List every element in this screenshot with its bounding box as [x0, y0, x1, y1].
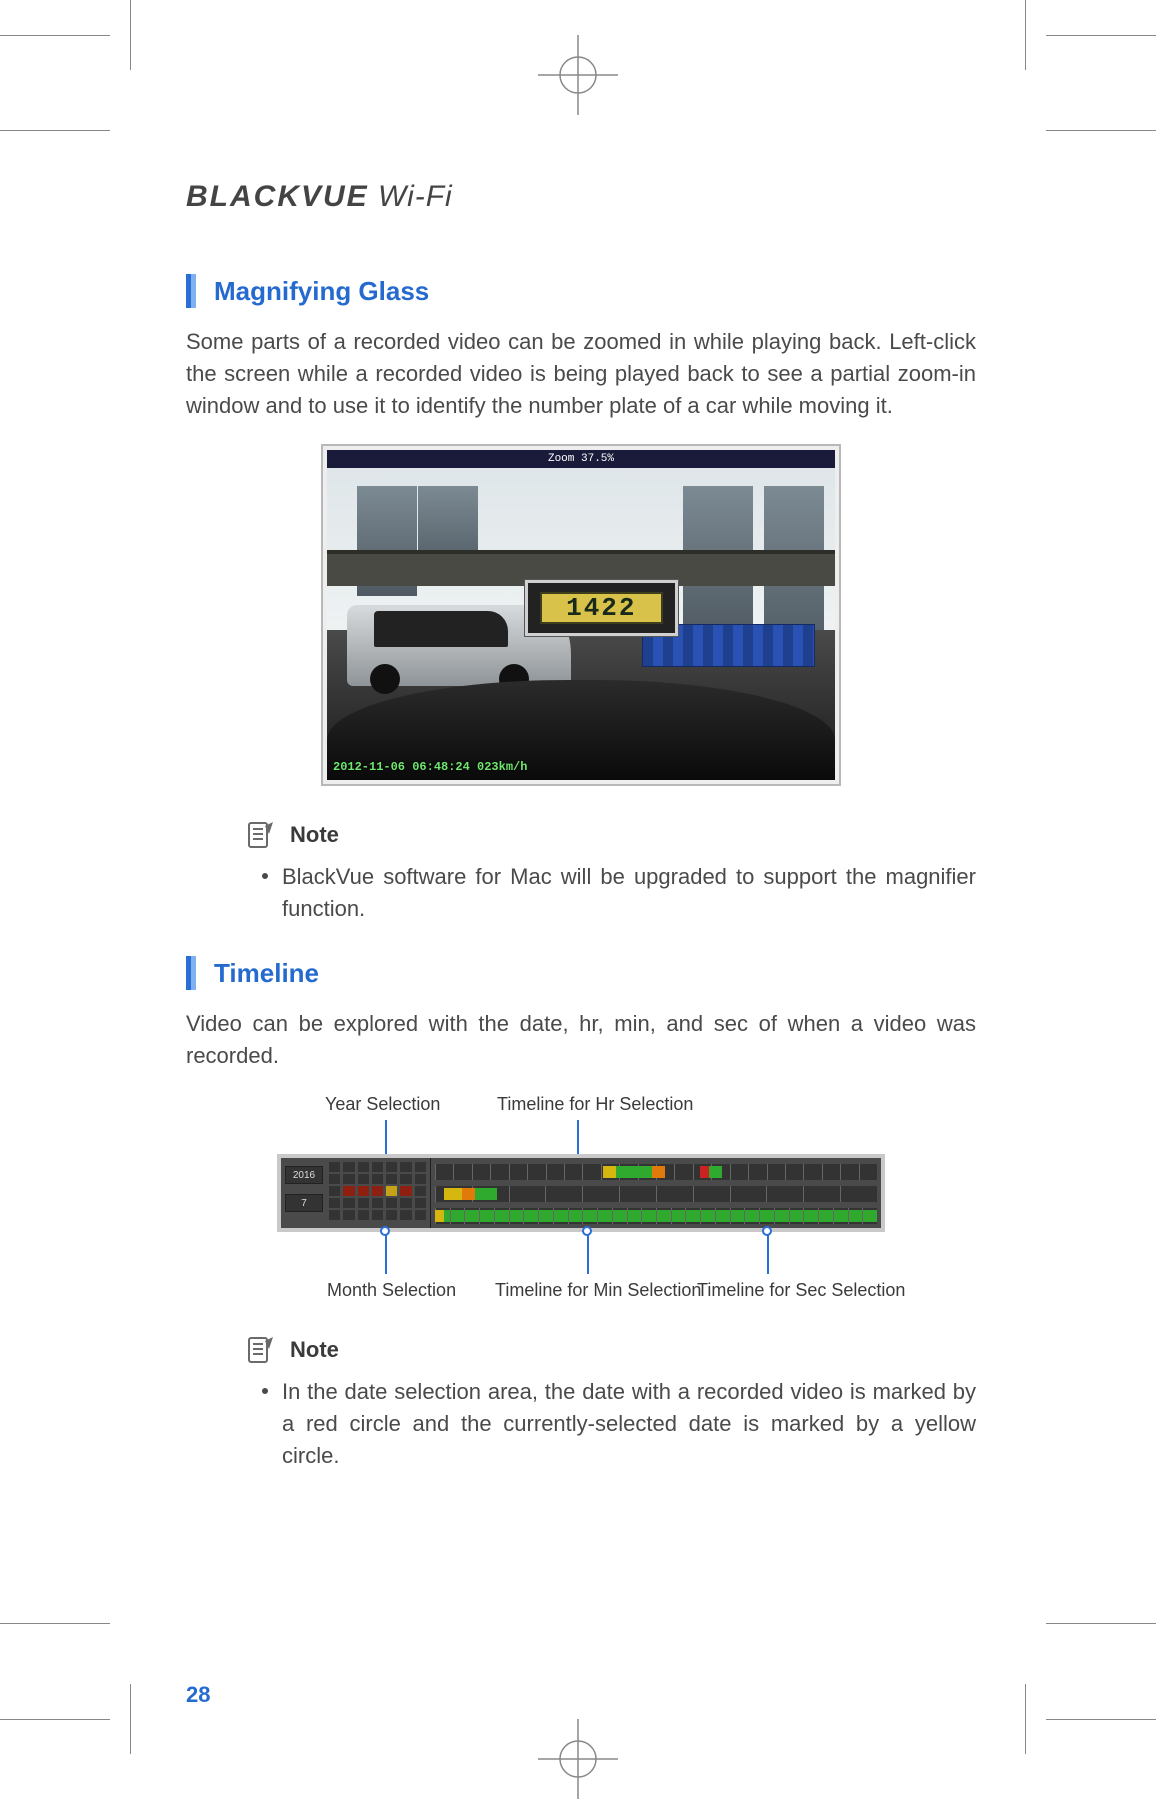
timeline-paragraph: Video can be explored with the date, hr,…	[186, 1008, 976, 1072]
callout-year: Year Selection	[325, 1094, 440, 1115]
note-item: In the date selection area, the date wit…	[282, 1376, 976, 1472]
note-item: BlackVue software for Mac will be upgrad…	[282, 861, 976, 925]
page-content: BLACKVUE Wi-Fi Magnifying Glass Some par…	[186, 180, 976, 1504]
calendar-panel: 2016 7	[281, 1158, 431, 1228]
magnify-screenshot: Zoom 37.5% 1422 2012-11-06 06:48:24	[321, 444, 841, 786]
note-list-magnify: BlackVue software for Mac will be upgrad…	[186, 861, 976, 925]
dashcam-scene: 1422 2012-11-06 06:48:24 023km/h	[327, 468, 835, 780]
hour-lane	[435, 1164, 877, 1180]
callout-month: Month Selection	[327, 1280, 456, 1301]
license-plate: 1422	[540, 592, 663, 624]
heading-bar-icon	[186, 956, 196, 990]
magnify-paragraph: Some parts of a recorded video can be zo…	[186, 326, 976, 422]
page-number: 28	[186, 1682, 210, 1708]
note-heading-timeline: Note	[186, 1336, 976, 1366]
note-list-timeline: In the date selection area, the date wit…	[186, 1376, 976, 1472]
month-selector: 7	[285, 1194, 323, 1212]
note-icon	[246, 1336, 276, 1366]
heading-bar-icon	[186, 274, 196, 308]
video-timestamp: 2012-11-06 06:48:24 023km/h	[333, 760, 527, 774]
timeline-lanes	[431, 1158, 881, 1228]
note-label: Note	[290, 1336, 339, 1364]
note-icon	[246, 821, 276, 851]
section-heading-timeline: Timeline	[186, 956, 976, 990]
note-label: Note	[290, 821, 339, 849]
heading-text: Magnifying Glass	[214, 276, 429, 307]
year-selector: 2016	[285, 1166, 323, 1184]
brand-header: BLACKVUE Wi-Fi	[186, 180, 976, 214]
note-heading-magnify: Note	[186, 821, 976, 851]
registration-mark-icon	[538, 1719, 618, 1799]
magnifier-window: 1422	[525, 580, 677, 636]
callout-min: Timeline for Min Selection	[495, 1280, 701, 1301]
callout-hr: Timeline for Hr Selection	[497, 1094, 693, 1115]
registration-mark-icon	[538, 35, 618, 115]
second-lane	[435, 1208, 877, 1224]
callout-sec: Timeline for Sec Selection	[697, 1280, 905, 1301]
minute-lane	[435, 1186, 877, 1202]
heading-text: Timeline	[214, 958, 319, 989]
section-heading-magnify: Magnifying Glass	[186, 274, 976, 308]
timeline-diagram: Year Selection Timeline for Hr Selection…	[277, 1094, 885, 1304]
brand-name: BLACKVUE	[186, 180, 369, 213]
zoom-window-title: Zoom 37.5%	[327, 450, 835, 468]
brand-sub: Wi-Fi	[378, 180, 453, 213]
